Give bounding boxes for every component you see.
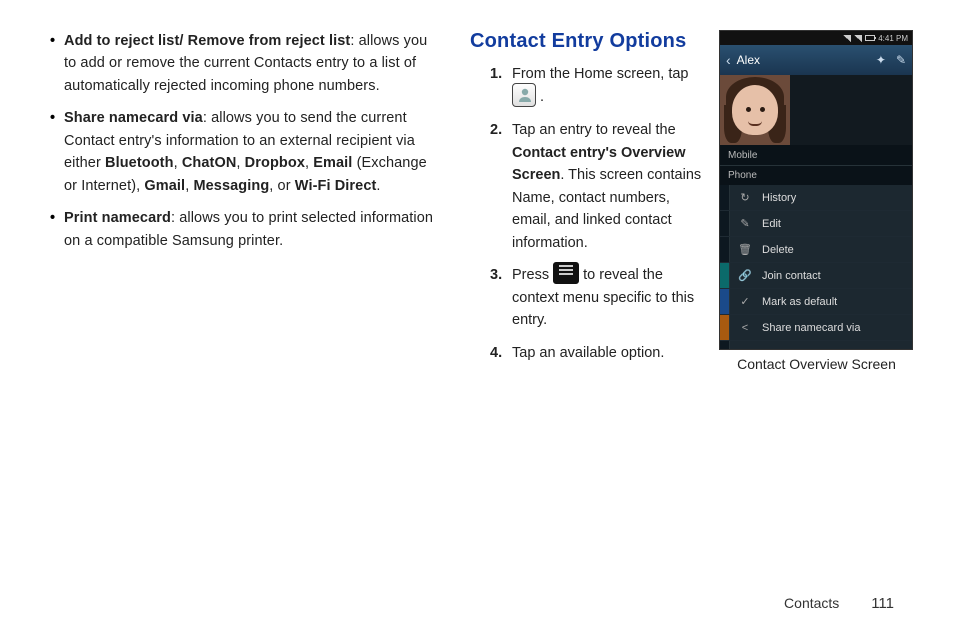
opt-email: Email	[313, 155, 352, 171]
signal-icon	[854, 35, 862, 42]
step-2: 2. Tap an entry to reveal the Contact en…	[490, 119, 704, 254]
opt-chaton: ChatON	[182, 155, 237, 171]
left-column: Add to reject list/ Remove from reject l…	[40, 30, 440, 374]
step-1: 1. From the Home screen, tap .	[490, 63, 704, 109]
battery-icon	[865, 35, 875, 41]
menu-item-delete[interactable]: 🗑Delete	[720, 237, 912, 263]
edit-icon: ✎	[738, 217, 752, 230]
step-number: 1.	[490, 63, 502, 85]
right-text-column: Contact Entry Options 1. From the Home s…	[470, 30, 704, 374]
bullet-title: Add to reject list/ Remove from reject l…	[64, 33, 350, 49]
tab-bar-2: Phone	[720, 165, 912, 185]
menu-item-edit[interactable]: ✎Edit	[720, 211, 912, 237]
footer-section: Contacts	[784, 595, 839, 611]
reject-icon: ⊘	[738, 347, 752, 350]
step-4: 4. Tap an available option.	[490, 342, 704, 364]
screenshot-caption: Contact Overview Screen	[719, 356, 914, 372]
opt-gmail: Gmail	[144, 178, 185, 194]
footer-page-number: 111	[871, 595, 894, 612]
status-bar: 4:41 PM	[720, 31, 912, 45]
bullet-reject-list: Add to reject list/ Remove from reject l…	[50, 30, 440, 97]
step-number: 2.	[490, 119, 502, 141]
section-title: Contact Entry Options	[470, 30, 704, 53]
edit-pencil-icon[interactable]: ✎	[896, 53, 906, 67]
share-icon: <	[738, 322, 752, 334]
bullet-share-namecard: Share namecard via: allows you to send t…	[50, 107, 440, 197]
step-number: 3.	[490, 264, 502, 286]
status-time: 4:41 PM	[878, 34, 908, 43]
menu-item-default[interactable]: ✓Mark as default	[720, 289, 912, 315]
bullet-title: Share namecard via	[64, 110, 203, 126]
check-icon: ✓	[738, 295, 752, 308]
context-menu: ↻History ✎Edit 🗑Delete 🔗Join contact ✓Ma…	[720, 185, 912, 350]
menu-hardkey-icon	[553, 262, 579, 284]
bullet-print-namecard: Print namecard: allows you to print sele…	[50, 207, 440, 252]
bullet-title: Print namecard	[64, 210, 171, 226]
tab-phone[interactable]: Phone	[720, 170, 765, 181]
delete-icon: 🗑	[738, 243, 752, 256]
contact-avatar	[720, 75, 790, 145]
opt-dropbox: Dropbox	[245, 155, 305, 171]
signal-icon	[843, 35, 851, 42]
menu-item-history[interactable]: ↻History	[720, 185, 912, 211]
contacts-app-icon	[512, 83, 536, 107]
phone-screenshot: 4:41 PM ‹ Alex ✦ ✎	[719, 30, 913, 350]
step-3: 3. Press to reveal the context menu spec…	[490, 264, 704, 331]
contact-title: Alex	[737, 53, 760, 67]
phone-screenshot-column: 4:41 PM ‹ Alex ✦ ✎	[719, 30, 914, 374]
menu-item-join[interactable]: 🔗Join contact	[720, 263, 912, 289]
tab-mobile[interactable]: Mobile	[720, 150, 765, 161]
page-footer: Contacts 111	[784, 595, 894, 612]
join-icon: 🔗	[738, 269, 752, 282]
star-icon[interactable]: ✦	[876, 53, 886, 67]
title-bar: ‹ Alex ✦ ✎	[720, 45, 912, 75]
menu-item-reject[interactable]: ⊘Add to reject list	[720, 341, 912, 350]
menu-item-share[interactable]: <Share namecard via	[720, 315, 912, 341]
step-number: 4.	[490, 342, 502, 364]
tab-bar: Mobile	[720, 145, 912, 165]
opt-bluetooth: Bluetooth	[105, 155, 174, 171]
opt-wifi-direct: Wi-Fi Direct	[295, 178, 377, 194]
history-icon: ↻	[738, 191, 752, 204]
back-chevron-icon[interactable]: ‹	[726, 52, 731, 68]
opt-messaging: Messaging	[193, 178, 269, 194]
